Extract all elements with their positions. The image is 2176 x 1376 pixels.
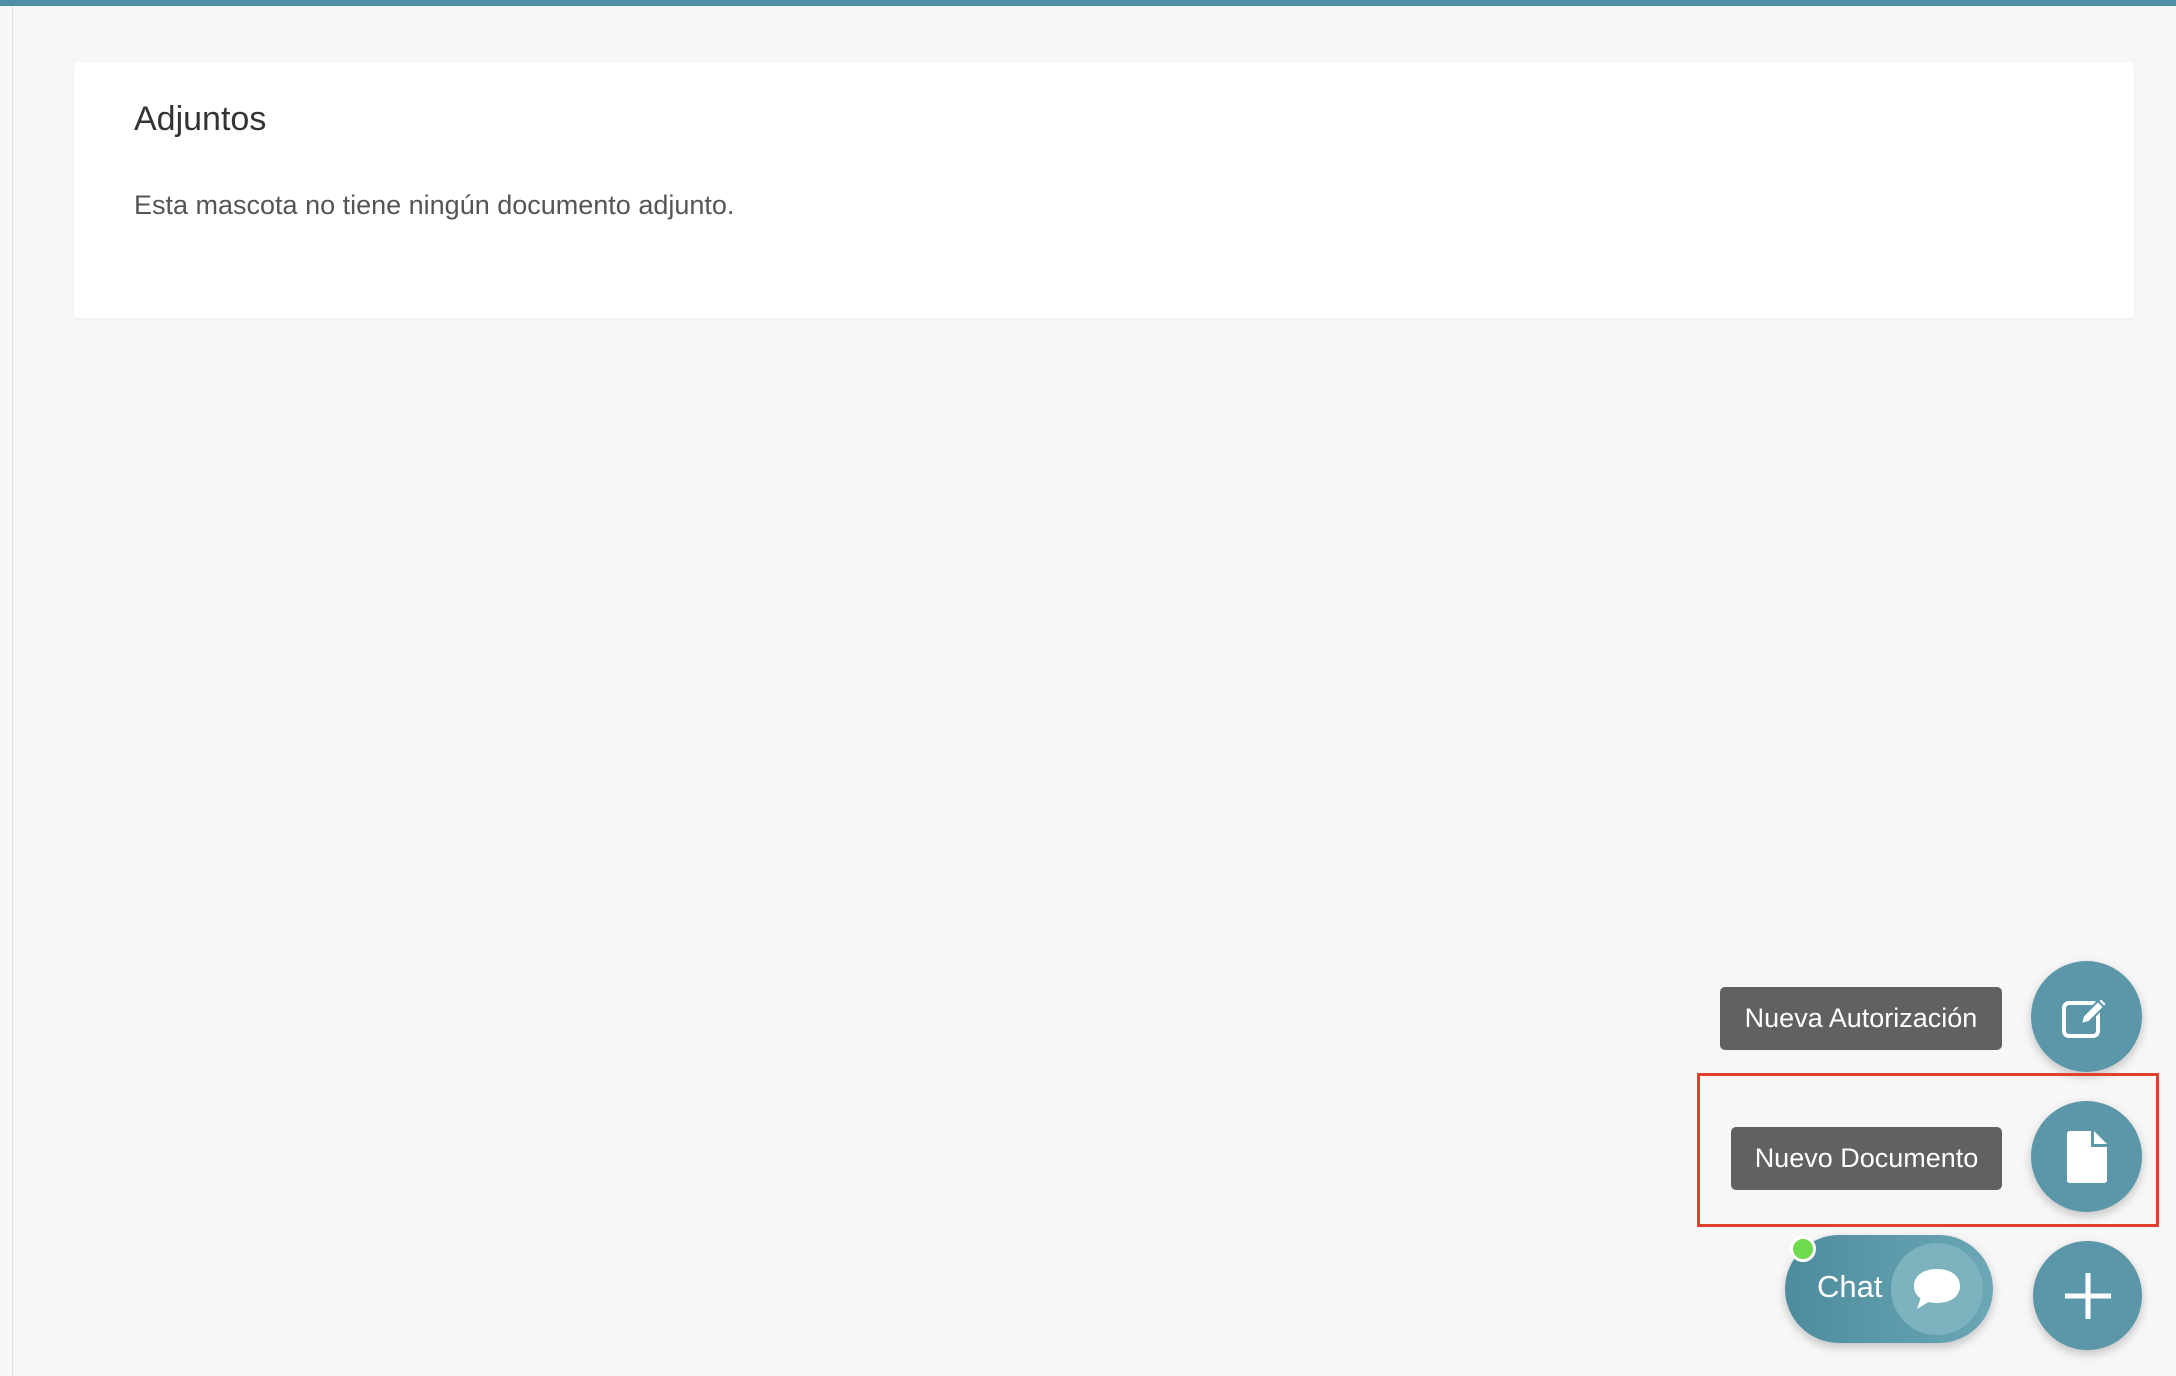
edit-icon xyxy=(2061,996,2108,1038)
chat-button[interactable]: Chat xyxy=(1785,1235,1993,1343)
online-status-dot xyxy=(1790,1236,1816,1262)
new-document-tooltip[interactable]: Nuevo Documento xyxy=(1731,1127,2002,1190)
new-authorization-button[interactable] xyxy=(2031,961,2142,1072)
top-accent-bar xyxy=(0,0,2176,6)
chat-label: Chat xyxy=(1817,1269,1883,1304)
plus-icon xyxy=(2064,1272,2111,1319)
new-authorization-tooltip[interactable]: Nueva Autorización xyxy=(1720,987,2002,1050)
attachments-empty-message: Esta mascota no tiene ningún documento a… xyxy=(134,190,735,220)
new-document-button[interactable] xyxy=(2031,1101,2142,1212)
left-divider xyxy=(12,6,13,1376)
attachments-title: Adjuntos xyxy=(134,100,267,138)
chat-bubble-icon xyxy=(1891,1243,1983,1335)
file-icon xyxy=(2066,1130,2107,1183)
add-fab-button[interactable] xyxy=(2033,1241,2142,1350)
attachments-card: Adjuntos Esta mascota no tiene ningún do… xyxy=(74,62,2134,318)
